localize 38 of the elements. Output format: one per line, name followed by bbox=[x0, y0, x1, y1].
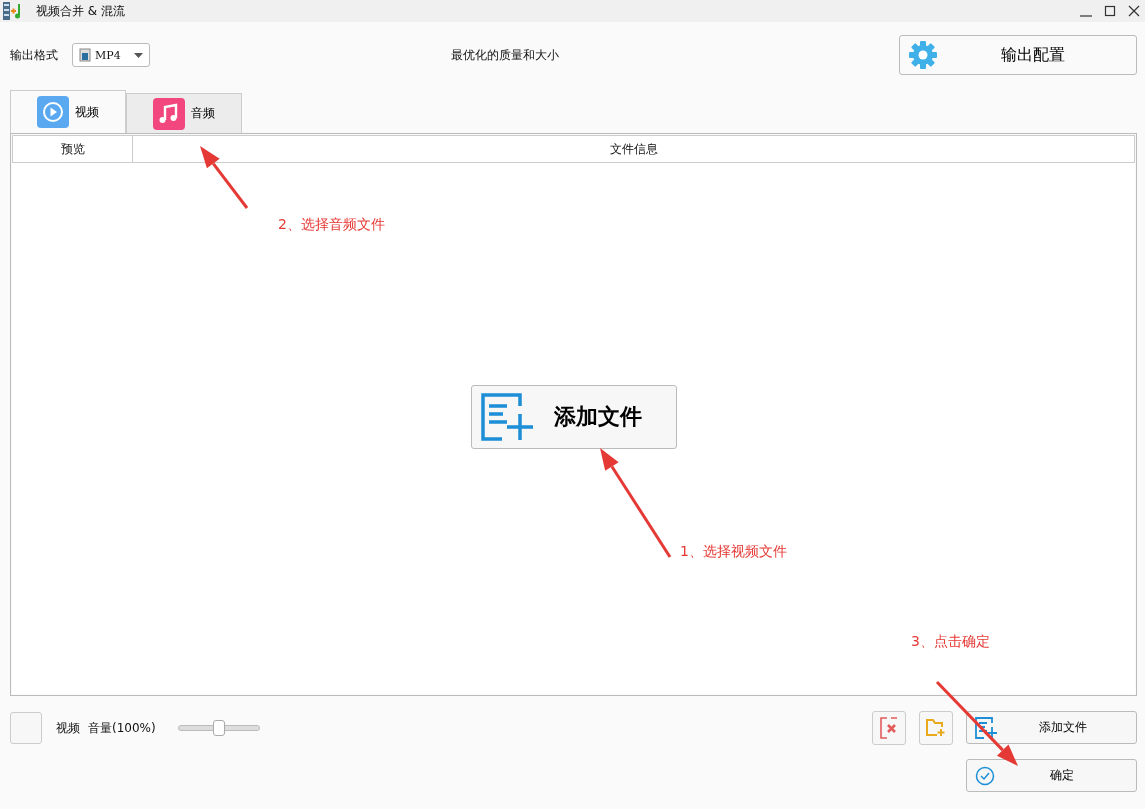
slider-thumb[interactable] bbox=[212, 720, 225, 736]
maximize-button[interactable] bbox=[1103, 4, 1117, 18]
add-file-button[interactable]: 添加文件 bbox=[470, 385, 677, 449]
quality-text: 最优化的质量和大小 bbox=[449, 46, 560, 64]
settings-icon bbox=[908, 40, 938, 70]
add-folder-button[interactable] bbox=[919, 711, 953, 745]
tab[interactable]: 视频 bbox=[10, 90, 126, 133]
annotation-text: 1、选择视频文件 bbox=[680, 543, 787, 561]
maximize-icon bbox=[1104, 5, 1116, 17]
column-header: 文件信息 bbox=[608, 140, 659, 158]
format-label: 输出格式 bbox=[10, 46, 58, 64]
window-title: 视频合并 & 混流 bbox=[36, 2, 126, 20]
add-document-icon bbox=[479, 392, 534, 442]
tab[interactable]: 音频 bbox=[126, 93, 242, 133]
annotation-text: 3、点击确定 bbox=[911, 633, 990, 651]
folder-plus-icon bbox=[926, 719, 946, 737]
add-file-button[interactable]: 添加文件 bbox=[966, 711, 1137, 744]
confirm-button[interactable]: 确定 bbox=[966, 759, 1137, 792]
volume-label: 音量(100%) bbox=[88, 719, 156, 737]
check-circle-icon bbox=[975, 765, 995, 786]
caret-icon bbox=[134, 52, 143, 58]
volume-slider[interactable] bbox=[177, 720, 260, 736]
output-settings-button[interactable]: 输出配置 bbox=[899, 35, 1137, 75]
annotation-text: 2、选择音频文件 bbox=[278, 216, 385, 234]
format-dropdown[interactable]: MP4 bbox=[72, 43, 150, 67]
remove-button[interactable] bbox=[872, 711, 906, 745]
minimize-icon bbox=[1080, 15, 1092, 17]
film-file-icon bbox=[79, 48, 91, 62]
track-label: 视频 bbox=[56, 719, 80, 737]
checkbox[interactable] bbox=[10, 712, 42, 744]
close-button[interactable] bbox=[1127, 4, 1141, 18]
column-header: 预览 bbox=[13, 136, 133, 162]
music-note-icon bbox=[153, 97, 185, 130]
document-x-icon bbox=[879, 716, 899, 740]
add-document-icon bbox=[975, 716, 997, 739]
play-icon bbox=[37, 96, 69, 128]
annotation-arrow bbox=[200, 146, 249, 209]
close-icon bbox=[1128, 5, 1140, 17]
